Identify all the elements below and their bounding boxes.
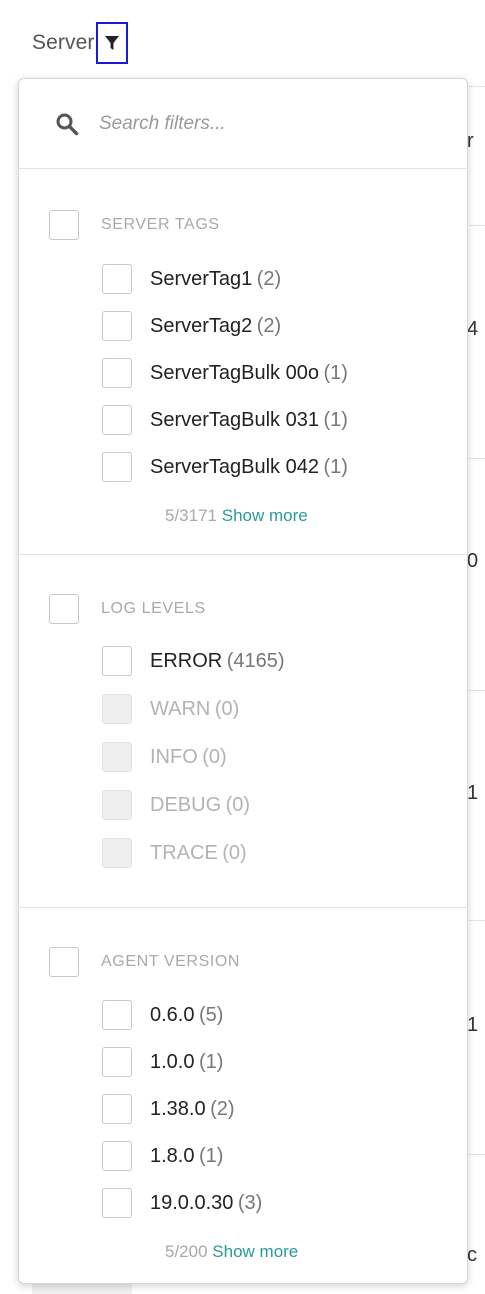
filter-option-disabled: INFO (0) — [102, 739, 227, 775]
filter-option-disabled: TRACE (0) — [102, 835, 247, 871]
option-checkbox-disabled — [102, 694, 132, 724]
option-checkbox[interactable] — [102, 1000, 132, 1030]
table-cell-fragment: 1 — [467, 782, 479, 804]
table-divider — [469, 458, 485, 459]
search-icon — [56, 113, 79, 135]
option-label: 0.6.0 — [150, 1003, 195, 1026]
server-tags-header: SERVER TAGS — [49, 210, 220, 240]
agent-version-header: AGENT VERSION — [49, 947, 240, 977]
filter-search — [19, 79, 467, 169]
table-divider — [469, 225, 485, 226]
table-cell-fragment: 4 — [467, 318, 479, 340]
option-count: (5) — [198, 1003, 224, 1026]
filter-option[interactable]: ServerTag2 (2) — [102, 308, 281, 344]
option-label: 1.0.0 — [150, 1050, 195, 1073]
column-header: Server — [32, 22, 129, 64]
filter-option-disabled: DEBUG (0) — [102, 787, 250, 823]
option-label: INFO — [150, 745, 198, 768]
filter-option[interactable]: 1.38.0 (2) — [102, 1091, 235, 1127]
table-divider — [469, 690, 485, 691]
table-cell-fragment: 1 — [467, 1014, 479, 1036]
filter-dropdown: SERVER TAGS ServerTag1 (2) ServerTag2 (2… — [18, 78, 468, 1284]
agent-version-select-all-checkbox[interactable] — [49, 947, 79, 977]
log-levels-header: LOG LEVELS — [49, 594, 206, 624]
option-checkbox[interactable] — [102, 264, 132, 294]
option-count: (0) — [225, 793, 251, 816]
option-checkbox[interactable] — [102, 452, 132, 482]
option-count: (1) — [198, 1144, 224, 1167]
option-label: ERROR — [150, 649, 223, 672]
option-label: TRACE — [150, 841, 218, 864]
filter-option[interactable]: 19.0.0.30 (3) — [102, 1185, 262, 1221]
filter-option[interactable]: 1.0.0 (1) — [102, 1044, 223, 1080]
shown-count: 5/200 — [165, 1242, 208, 1261]
option-label: DEBUG — [150, 793, 222, 816]
option-count: (1) — [323, 361, 348, 384]
server-tags-select-all-checkbox[interactable] — [49, 210, 79, 240]
option-label: WARN — [150, 697, 211, 720]
option-checkbox[interactable] — [102, 311, 132, 341]
option-count: (2) — [256, 314, 282, 337]
search-filters-input[interactable] — [97, 111, 401, 136]
option-label: ServerTagBulk 031 — [150, 408, 319, 431]
option-label: ServerTag2 — [150, 314, 253, 337]
filter-option[interactable]: ServerTagBulk 042 (1) — [102, 449, 348, 485]
server-tags-section: SERVER TAGS ServerTag1 (2) ServerTag2 (2… — [19, 169, 467, 555]
option-label: ServerTag1 — [150, 267, 253, 290]
filter-option-disabled: WARN (0) — [102, 691, 239, 727]
group-title: SERVER TAGS — [101, 216, 220, 233]
option-checkbox-disabled — [102, 790, 132, 820]
option-label: 19.0.0.30 — [150, 1191, 234, 1214]
column-header-label: Server — [32, 31, 95, 54]
option-count: (1) — [323, 455, 348, 478]
filter-option[interactable]: 0.6.0 (5) — [102, 997, 223, 1033]
option-count: (2) — [210, 1097, 235, 1120]
option-checkbox[interactable] — [102, 405, 132, 435]
option-count: (2) — [256, 267, 282, 290]
option-label: ServerTagBulk 042 — [150, 455, 319, 478]
log-levels-select-all-checkbox[interactable] — [49, 594, 79, 624]
log-levels-section: LOG LEVELS ERROR (4165) WARN (0) INFO (0… — [19, 554, 467, 908]
table-divider — [469, 1154, 485, 1155]
table-cell-fragment: 0 — [467, 550, 479, 572]
option-label: 1.38.0 — [150, 1097, 206, 1120]
option-checkbox-disabled — [102, 742, 132, 772]
show-more-link[interactable]: Show more — [222, 506, 308, 525]
option-label: ServerTagBulk 00o — [150, 361, 319, 384]
option-checkbox[interactable] — [102, 646, 132, 676]
agent-version-section: AGENT VERSION 0.6.0 (5) 1.0.0 (1) 1.38.0… — [19, 907, 467, 1283]
option-count: (1) — [198, 1050, 224, 1073]
option-checkbox-disabled — [102, 838, 132, 868]
option-checkbox[interactable] — [102, 1141, 132, 1171]
server-tags-show-more: 5/3171 Show more — [165, 506, 308, 526]
option-count: (4165) — [226, 649, 285, 672]
table-cell-fragment: c — [467, 1244, 477, 1266]
option-count: (0) — [214, 697, 240, 720]
option-label: 1.8.0 — [150, 1144, 195, 1167]
filter-button[interactable] — [96, 22, 129, 64]
shown-count: 5/3171 — [165, 506, 217, 525]
option-count: (0) — [222, 841, 247, 864]
filter-option[interactable]: ServerTag1 (2) — [102, 261, 281, 297]
table-divider — [469, 86, 485, 87]
show-more-link[interactable]: Show more — [212, 1242, 298, 1261]
table-divider — [469, 920, 485, 921]
agent-version-show-more: 5/200 Show more — [165, 1242, 298, 1262]
filter-option[interactable]: 1.8.0 (1) — [102, 1138, 223, 1174]
group-title: AGENT VERSION — [101, 953, 241, 970]
option-count: (3) — [237, 1191, 263, 1214]
option-count: (0) — [202, 745, 227, 768]
group-title: LOG LEVELS — [101, 600, 206, 617]
option-checkbox[interactable] — [102, 1094, 132, 1124]
filter-icon — [105, 36, 120, 50]
option-checkbox[interactable] — [102, 1047, 132, 1077]
filter-option[interactable]: ServerTagBulk 00o (1) — [102, 355, 348, 391]
option-checkbox[interactable] — [102, 358, 132, 388]
filter-option[interactable]: ERROR (4165) — [102, 643, 285, 679]
option-checkbox[interactable] — [102, 1188, 132, 1218]
option-count: (1) — [323, 408, 348, 431]
filter-option[interactable]: ServerTagBulk 031 (1) — [102, 402, 348, 438]
table-row-fragment — [32, 1284, 132, 1294]
table-cell-fragment: r — [467, 130, 474, 152]
